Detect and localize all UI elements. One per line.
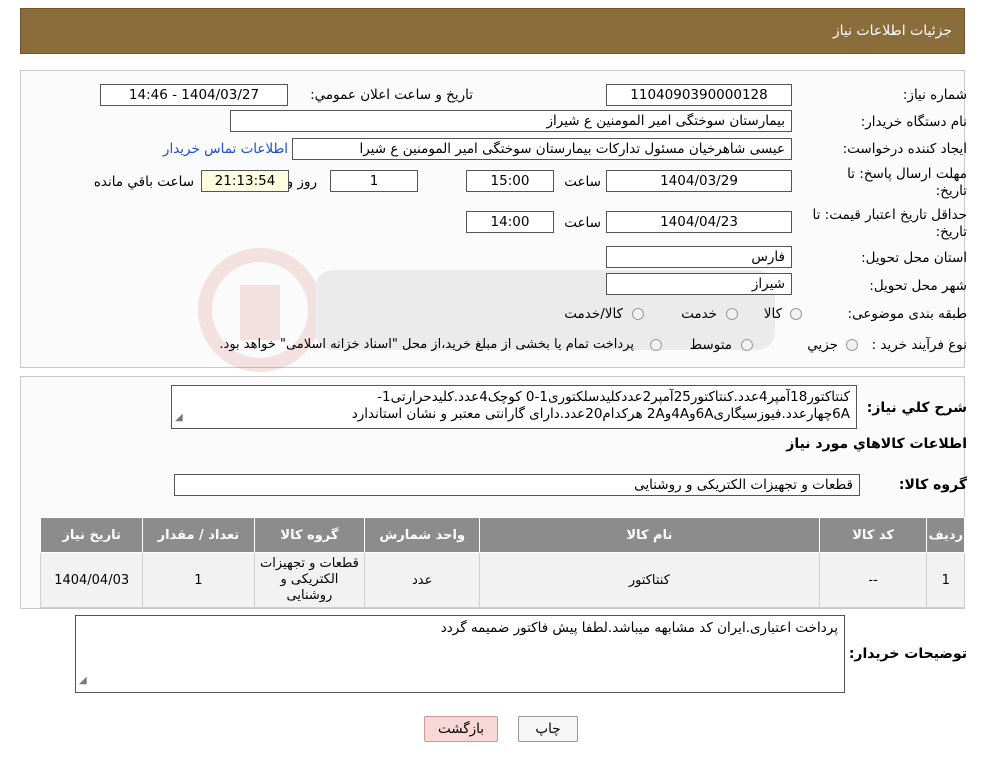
description-textarea: کنتاکتور18آمپر4عدد.کنتاکتور25آمپر2عددکلی… bbox=[171, 385, 857, 429]
col-group: گروه کالا bbox=[253, 517, 366, 553]
col-name: نام کالا bbox=[479, 517, 820, 553]
category-goods-service-label: کالا/خدمت bbox=[564, 306, 623, 322]
process-minor-label: جزيي bbox=[807, 337, 838, 353]
category-service-radio[interactable] bbox=[726, 308, 738, 320]
process-medium-label: متوسط bbox=[689, 337, 732, 353]
resize-grip-icon[interactable]: ◢ bbox=[175, 409, 183, 426]
cell-group-line-2: الکتریکی و bbox=[280, 572, 339, 587]
col-unit: واحد شمارش bbox=[364, 517, 481, 553]
buyer-org-label: نام دستگاه خريدار: bbox=[860, 114, 967, 130]
col-row: رديف bbox=[926, 517, 965, 553]
validity-label: حداقل تاريخ اعتبار قيمت: تا bbox=[812, 207, 967, 223]
process-label: نوع فرآيند خريد : bbox=[871, 337, 967, 353]
cell-qty: 1 bbox=[142, 552, 255, 608]
cell-group-line-3: روشنایی bbox=[286, 588, 333, 603]
resize-grip-icon[interactable]: ◢ bbox=[79, 672, 87, 690]
remaining-label: ساعت باقي مانده bbox=[93, 174, 194, 190]
buyer-notes-textarea: پرداخت اعتباری.ایران کد مشابهه میباشد.لط… bbox=[75, 615, 845, 693]
buyer-notes-label: توضیحات خریدار: bbox=[848, 646, 967, 662]
cell-code: -- bbox=[818, 552, 928, 608]
category-goods-radio[interactable] bbox=[790, 308, 802, 320]
need-number-label: شماره نیاز: bbox=[902, 87, 967, 103]
province-label: استان محل تحويل: bbox=[861, 250, 967, 266]
col-date: تاريخ نياز bbox=[39, 517, 144, 553]
remaining-time-field: 21:13:54 bbox=[201, 170, 289, 192]
print-button[interactable]: چاپ bbox=[518, 716, 578, 742]
days-label: روز و bbox=[286, 174, 317, 190]
buyer-contact-link[interactable]: اطلاعات تماس خریدار bbox=[163, 141, 288, 157]
goods-group-label: گروه کالا: bbox=[898, 477, 967, 493]
cell-group-line-1: قطعات و تجهیزات bbox=[260, 556, 359, 571]
cell-group: قطعات و تجهیزات الکتریکی و روشنایی bbox=[253, 552, 366, 608]
back-button[interactable]: بازگشت bbox=[424, 716, 498, 742]
process-treasury-radio[interactable] bbox=[650, 339, 662, 351]
page-title: جزئیات اطلاعات نیاز bbox=[832, 23, 952, 39]
buyer-org-field: بیمارستان سوختگی امیر المومنین ع شیراز bbox=[230, 110, 792, 132]
cell-name: کنتاکتور bbox=[479, 552, 820, 608]
announce-label: تاریخ و ساعت اعلان عمومي: bbox=[310, 87, 473, 103]
province-field: فارس bbox=[606, 246, 792, 268]
category-goods-service-radio[interactable] bbox=[632, 308, 644, 320]
description-line-1: کنتاکتور18آمپر4عدد.کنتاکتور25آمپر2عددکلی… bbox=[377, 389, 850, 405]
city-field: شیراز bbox=[606, 273, 792, 295]
need-number-field: 1104090390000128 bbox=[606, 84, 792, 106]
description-label: شرح کلي نياز: bbox=[866, 400, 967, 416]
page-header: جزئیات اطلاعات نیاز bbox=[20, 8, 965, 54]
col-code: کد کالا bbox=[818, 517, 928, 553]
deadline-label: مهلت ارسال پاسخ: تا bbox=[847, 166, 967, 182]
description-line-2: 6Aچهارعدد.فیوزسیگاری6Aو4Aو2A هرکدام20عدد… bbox=[351, 406, 850, 422]
days-field: 1 bbox=[330, 170, 418, 192]
deadline-time-label: ساعت bbox=[564, 174, 601, 190]
category-label: طبقه بندی موضوعی: bbox=[847, 306, 967, 322]
validity-date-field: 1404/04/23 bbox=[606, 211, 792, 233]
announce-field: 1404/03/27 - 14:46 bbox=[100, 84, 288, 106]
items-table-header: رديف کد کالا نام کالا واحد شمارش گروه کا… bbox=[39, 517, 965, 553]
requester-label: ايجاد کننده درخواست: bbox=[842, 141, 967, 157]
items-table: رديف کد کالا نام کالا واحد شمارش گروه کا… bbox=[39, 517, 965, 608]
validity-time-label: ساعت bbox=[564, 215, 601, 231]
cell-date: 1404/04/03 bbox=[39, 552, 144, 608]
city-label: شهر محل تحويل: bbox=[869, 278, 967, 294]
validity-label-2: تاريخ: bbox=[935, 224, 967, 240]
process-minor-radio[interactable] bbox=[846, 339, 858, 351]
requester-field: عیسی شاهرخیان مسئول تدارکات بیمارستان سو… bbox=[292, 138, 792, 160]
cell-row: 1 bbox=[926, 552, 965, 608]
goods-group-field: قطعات و تجهیزات الکتریکی و روشنایی bbox=[174, 474, 860, 496]
validity-time-field: 14:00 bbox=[466, 211, 554, 233]
deadline-date-field: 1404/03/29 bbox=[606, 170, 792, 192]
category-goods-label: کالا bbox=[763, 306, 782, 322]
buyer-notes-text: پرداخت اعتباری.ایران کد مشابهه میباشد.لط… bbox=[440, 620, 838, 636]
category-service-label: خدمت bbox=[681, 306, 717, 322]
deadline-time-field: 15:00 bbox=[466, 170, 554, 192]
deadline-label-2: تاريخ: bbox=[935, 183, 967, 199]
process-medium-radio[interactable] bbox=[741, 339, 753, 351]
process-treasury-note: پرداخت تمام يا بخشی از مبلغ خريد،از محل … bbox=[219, 337, 634, 352]
cell-unit: عدد bbox=[364, 552, 481, 608]
items-section-title: اطلاعات کالاهاي مورد نياز bbox=[786, 436, 967, 452]
table-row: 1 -- کنتاکتور عدد قطعات و تجهیزات الکتری… bbox=[39, 552, 965, 608]
col-qty: تعداد / مقدار bbox=[142, 517, 255, 553]
